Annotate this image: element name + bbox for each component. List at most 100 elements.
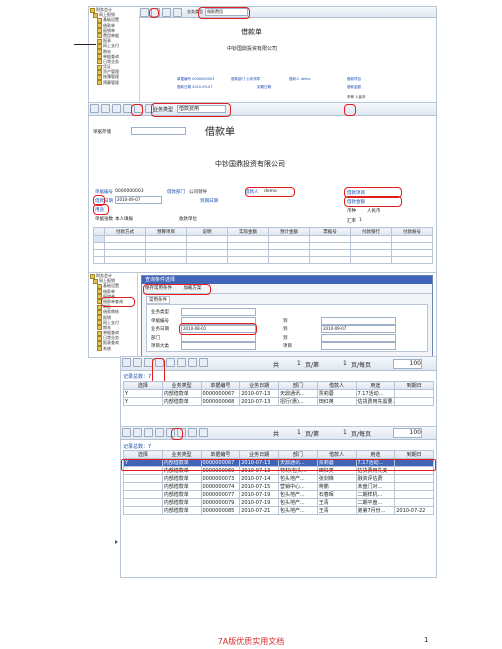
table-cell: 2010-07-19 (239, 498, 279, 507)
table-cell (394, 490, 434, 499)
grid-header: 付款方式 (104, 227, 146, 236)
highlight (179, 323, 257, 335)
dialog-from-input[interactable] (181, 308, 256, 316)
list-grid-1: 选择 业务类型 单据编号 业务日期 部门 借款人 用途 到期日 Y 内部借款单 0000000067… (123, 381, 434, 406)
tree-item[interactable]: 系统 (89, 346, 137, 352)
tb-button[interactable] (188, 428, 197, 437)
column-header[interactable]: 借款人 (316, 381, 357, 390)
grid-header: 预算项目 (145, 227, 187, 236)
table-cell: 王青 (316, 506, 357, 515)
table-cell (123, 482, 163, 491)
column-header[interactable]: 单据编号 (200, 450, 241, 459)
dialog-title: 查询条件选择 (142, 276, 432, 284)
grid-cell[interactable] (186, 235, 228, 243)
per-page-input[interactable]: 100 (393, 428, 422, 438)
dialog-to-input[interactable] (321, 342, 396, 350)
tb-button[interactable] (122, 358, 131, 367)
tb-button[interactable] (188, 358, 197, 367)
grid-cell[interactable] (104, 235, 146, 243)
tb-button[interactable] (173, 8, 182, 17)
tb-button[interactable] (155, 428, 164, 437)
table-cell: 贾莉蓉 (316, 389, 357, 398)
pager-total-label: 共 (273, 362, 280, 369)
tb-button[interactable] (166, 358, 175, 367)
tb-button[interactable] (133, 358, 142, 367)
column-header[interactable]: 到期日 (394, 381, 434, 390)
table-cell (123, 474, 163, 483)
per-page-input[interactable]: 100 (393, 359, 422, 369)
column-header[interactable]: 业务类型 (161, 381, 202, 390)
table-row[interactable]: 内部借款单 0000000074 2010-07-15 营销中心... 蒋鹏 未盘门对..… (123, 482, 434, 491)
company-name: 中钞国鼎投资有限公司 (227, 46, 278, 52)
dept-value: 公司领导 (189, 190, 207, 195)
row-pointer (115, 540, 118, 544)
date-input[interactable]: 2010-09-07 (115, 196, 162, 204)
column-header[interactable]: 选择 (123, 450, 163, 459)
tb-button[interactable] (122, 428, 131, 437)
column-header[interactable]: 选择 (123, 381, 163, 390)
table-cell: 二期平盘... (355, 498, 396, 507)
table-row[interactable]: 内部借款单 0000000085 2010-07-21 包头地产... 王青 弟第7月份.… (123, 506, 434, 515)
grid-cell[interactable] (93, 235, 105, 243)
tb-button[interactable] (144, 428, 153, 437)
dialog-from-input[interactable] (181, 342, 256, 350)
query-select[interactable] (131, 127, 186, 135)
dialog-to-input[interactable] (321, 333, 396, 342)
table-cell: Y (123, 389, 163, 398)
table-cell: 2010-07-19 (239, 490, 279, 499)
tb-button[interactable] (112, 104, 121, 113)
column-header[interactable]: 用途 (355, 381, 396, 390)
highlight (151, 103, 231, 117)
dialog-row: 业务类型 (151, 308, 423, 316)
folder-icon (97, 346, 102, 352)
pager-page: 1 (343, 429, 347, 436)
currency-value: 人民币 (367, 209, 381, 214)
tb-button[interactable] (199, 428, 208, 437)
due: 到期日期 (257, 85, 271, 89)
column-header[interactable]: 部门 (278, 381, 318, 390)
column-header[interactable]: 业务日期 (239, 450, 279, 459)
tree-item[interactable]: 预算管理 (89, 80, 139, 86)
grid-cell[interactable] (145, 235, 187, 243)
column-header[interactable]: 用途 (355, 450, 396, 459)
pager-pages: 1 (297, 429, 301, 436)
grid-cell[interactable] (309, 235, 351, 243)
table-cell: 内部借款单 (161, 389, 202, 398)
column-header[interactable]: 业务日期 (239, 381, 279, 390)
table-cell: 蒋鹏 (316, 482, 357, 491)
column-header[interactable]: 单据编号 (200, 381, 241, 390)
tb-button[interactable] (177, 358, 186, 367)
tb-button[interactable] (162, 8, 171, 17)
common-tab[interactable]: 常用条件 (146, 296, 170, 304)
table-row[interactable]: Y 内部借款单 0000000067 2010-07-13 天鼎通讯... 贾莉蓉 7.17… (123, 389, 434, 398)
column-header[interactable]: 业务类型 (161, 450, 202, 459)
table-row[interactable]: 内部借款单 0000000079 2010-07-19 包头地产... 王青 二期平盘..… (123, 498, 434, 507)
table-row[interactable]: 内部借款单 0000000073 2010-07-14 包头地产... 张剑锋 融资评估费 (123, 474, 434, 483)
tb-button[interactable] (101, 104, 110, 113)
grid-cell[interactable] (350, 235, 392, 243)
grid-cell[interactable] (268, 235, 310, 243)
table-cell: 0000000079 (200, 498, 241, 507)
dialog-to-input[interactable] (321, 316, 396, 325)
form-title: 借款单 (241, 28, 262, 36)
query-label: 单据存储 (93, 130, 111, 135)
table-cell: 内部借款单 (161, 397, 202, 406)
column-header[interactable]: 部门 (278, 450, 318, 459)
table-row[interactable]: Y 内部借款单 0000000068 2010-07-13 招行(惠)... 田红英 估货费… (123, 397, 434, 406)
dialog-to-input[interactable]: 2010-09-07 (321, 325, 396, 333)
grid-cell[interactable] (227, 235, 269, 243)
highlight (121, 459, 436, 471)
screenshot-form: 业务类型 借款费用 单据存储 借款单 中钞国鼎投资有限公司 单据编号 00000… (88, 102, 437, 274)
pager-per-label: 页/每页 (351, 362, 372, 369)
grid-cell[interactable] (391, 235, 433, 243)
tb-button[interactable] (140, 8, 149, 17)
column-header[interactable]: 到期日 (394, 450, 434, 459)
tb-button[interactable] (90, 104, 99, 113)
column-header[interactable]: 借款人 (316, 450, 357, 459)
tb-button[interactable] (199, 358, 208, 367)
table-row[interactable]: 内部借款单 0000000077 2010-07-19 包头地产... 石春晖 二期样机.… (123, 490, 434, 499)
dialog-row-label: 单据编号 (151, 318, 169, 324)
attach-value: 本人填报 (115, 217, 133, 222)
toolbar: 共 1 页/第 1 页/每页 100 (121, 427, 436, 440)
tb-button[interactable] (133, 428, 142, 437)
